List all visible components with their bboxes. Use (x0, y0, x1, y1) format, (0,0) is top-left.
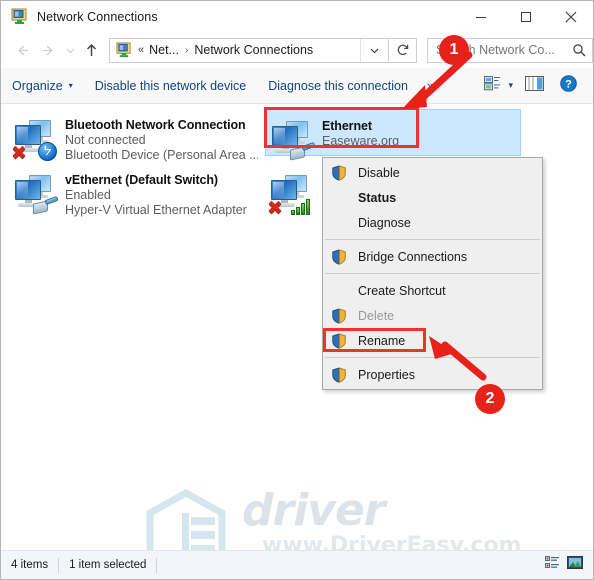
network-connections-window: Network Connections « Net... › Network C… (0, 0, 594, 580)
chevron-down-icon[interactable] (61, 37, 79, 63)
bluetooth-badge-icon: ᔭ (38, 142, 57, 161)
organize-button[interactable]: Organize ▾ (1, 73, 84, 99)
breadcrumb-item-2[interactable]: Network Connections (194, 43, 313, 57)
menu-item-label: Properties (358, 367, 415, 382)
svg-text:?: ? (565, 78, 572, 90)
connection-status: Easeware.org (322, 134, 400, 148)
search-icon[interactable] (572, 43, 586, 62)
change-view-icon (484, 75, 501, 96)
arrow-up-icon[interactable] (79, 37, 103, 63)
menu-item-status[interactable]: Status (323, 185, 542, 210)
list-item-ethernet[interactable]: Ethernet Easeware.org (265, 109, 521, 161)
maximize-button[interactable] (503, 1, 548, 32)
disable-network-device-button[interactable]: Disable this network device (84, 73, 257, 99)
menu-item-create-shortcut[interactable]: Create Shortcut (323, 278, 542, 303)
status-divider (156, 557, 158, 573)
menu-item-rename[interactable]: Rename (323, 328, 542, 353)
menu-separator (325, 273, 540, 274)
uac-shield-icon (331, 332, 347, 349)
menu-item-label: Delete (358, 308, 395, 323)
help-button[interactable]: ? (552, 73, 585, 99)
close-button[interactable] (548, 1, 593, 32)
breadcrumb-separator: › (185, 44, 189, 56)
status-bar: 4 items 1 item selected (1, 550, 593, 579)
refresh-icon[interactable] (389, 37, 417, 63)
menu-item-label: Rename (358, 333, 406, 348)
status-bar-view-buttons (545, 556, 593, 574)
rj45-cable-icon (33, 195, 59, 215)
menu-separator (325, 357, 540, 358)
breadcrumb-overflow[interactable]: « (138, 44, 144, 56)
preview-pane-icon (525, 75, 544, 96)
network-connections-icon (116, 42, 132, 58)
toolbar-overflow-button[interactable]: » (419, 73, 442, 99)
connection-device: Hyper-V Virtual Ethernet Adapter (65, 203, 247, 217)
connection-device: Bluetooth Device (Personal Area ... (65, 148, 258, 162)
wifi-bars-icon (291, 197, 313, 215)
menu-item-label: Diagnose (358, 215, 411, 230)
network-adapter-icon (268, 117, 316, 165)
command-bar: Organize ▾ Disable this network device D… (1, 68, 593, 104)
help-icon: ? (560, 74, 577, 97)
chevron-down-icon[interactable] (360, 38, 388, 62)
menu-separator (325, 239, 540, 240)
breadcrumb-item-1[interactable]: Net... (149, 43, 179, 57)
preview-pane-button[interactable] (517, 73, 552, 99)
navigation-bar: « Net... › Network Connections (1, 32, 593, 68)
rj45-cable-icon (290, 141, 316, 161)
title-bar: Network Connections (1, 1, 593, 32)
connection-name: Ethernet (322, 119, 372, 133)
selection-label: 1 item selected (69, 559, 147, 571)
connection-status: Not connected (65, 133, 146, 147)
connection-name: vEthernet (Default Switch) (65, 173, 218, 187)
connection-name: Bluetooth Network Connection (65, 118, 246, 132)
menu-item-properties[interactable]: Properties (323, 362, 542, 387)
uac-shield-icon (331, 307, 347, 324)
menu-item-bridge-connections[interactable]: Bridge Connections (323, 244, 542, 269)
window-controls (458, 1, 593, 32)
list-item[interactable]: vEthernet (Default Switch) Enabled Hyper… (1, 164, 258, 222)
change-view-button[interactable]: ▾ (478, 73, 517, 99)
menu-item-label: Bridge Connections (358, 249, 468, 264)
uac-shield-icon (331, 248, 347, 265)
details-view-icon[interactable] (545, 556, 560, 574)
menu-item-label: Status (358, 190, 397, 205)
menu-item-delete: Delete (323, 303, 542, 328)
chevron-down-icon: ▾ (68, 81, 73, 90)
tiles-view-icon[interactable] (567, 556, 583, 574)
minimize-button[interactable] (458, 1, 503, 32)
arrow-left-icon[interactable] (9, 37, 35, 63)
connection-status: Enabled (65, 188, 111, 202)
list-item[interactable]: ✖ ᔭ Bluetooth Network Connection Not con… (1, 109, 258, 167)
menu-item-label: Create Shortcut (358, 283, 446, 298)
window-title: Network Connections (37, 9, 158, 24)
item-count-label: 4 items (11, 559, 49, 571)
uac-shield-icon (331, 366, 347, 383)
annotation-badge-1: 1 (439, 35, 469, 65)
disconnected-x-icon: ✖ (11, 142, 27, 164)
chevron-down-icon: ▾ (508, 80, 513, 90)
context-menu[interactable]: Disable Status Diagnose Bridge Connectio… (322, 157, 543, 390)
diagnose-connection-button[interactable]: Diagnose this connection (257, 73, 419, 99)
arrow-right-icon[interactable] (35, 37, 61, 63)
network-connections-icon (11, 8, 28, 25)
network-adapter-icon: ✖ (267, 171, 315, 219)
address-bar[interactable]: « Net... › Network Connections (109, 37, 389, 63)
network-adapter-icon: ✖ ᔭ (11, 116, 59, 164)
menu-item-label: Disable (358, 165, 400, 180)
menu-item-disable[interactable]: Disable (323, 160, 542, 185)
uac-shield-icon (331, 164, 347, 181)
annotation-badge-2: 2 (475, 384, 505, 414)
network-adapter-icon (11, 171, 59, 219)
disconnected-x-icon: ✖ (267, 197, 283, 219)
organize-label: Organize (12, 78, 63, 93)
command-bar-right: ▾ ? (478, 73, 593, 99)
menu-item-diagnose[interactable]: Diagnose (323, 210, 542, 235)
